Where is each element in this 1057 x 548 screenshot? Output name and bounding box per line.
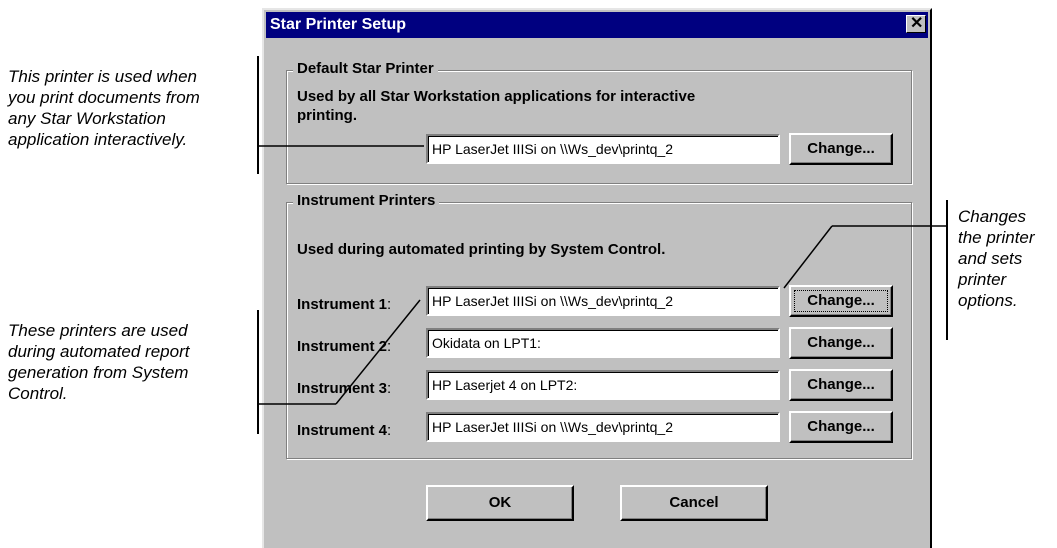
dialog-title: Star Printer Setup [270, 16, 407, 33]
callout-bar-instruments [257, 310, 259, 434]
default-printer-description: Used by all Star Workstation application… [297, 88, 696, 124]
close-button[interactable]: ✕ [906, 15, 926, 33]
instrument-1-label: Instrument 1: [297, 296, 392, 313]
instrument-4-label: Instrument 4: [297, 422, 392, 439]
default-printer-field[interactable]: HP LaserJet IIISi on \\Ws_dev\printq_2 [426, 134, 780, 164]
instrument-1-printer-field[interactable]: HP LaserJet IIISi on \\Ws_dev\printq_2 [426, 286, 780, 316]
cancel-button[interactable]: Cancel [620, 485, 768, 521]
instrument-3-label: Instrument 3: [297, 380, 392, 397]
close-icon: ✕ [910, 15, 924, 32]
default-change-button[interactable]: Change... [789, 133, 893, 165]
ok-button[interactable]: OK [426, 485, 574, 521]
instrument-4-printer-field[interactable]: HP LaserJet IIISi on \\Ws_dev\printq_2 [426, 412, 780, 442]
dialog-titlebar: Star Printer Setup ✕ [266, 12, 928, 38]
instrument-2-change-button[interactable]: Change... [789, 327, 893, 359]
default-printer-group: Default Star Printer Used by all Star Wo… [286, 60, 912, 184]
instrument-3-printer-field[interactable]: HP Laserjet 4 on LPT2: [426, 370, 780, 400]
instrument-printers-group-label: Instrument Printers [293, 192, 440, 209]
callout-instrument-printers: These printers are used during automated… [8, 321, 190, 403]
instrument-printers-description: Used during automated printing by System… [297, 241, 666, 258]
callout-default-printer: This printer is used when you print docu… [8, 67, 200, 149]
callout-change-button: Changes the printer and sets printer opt… [958, 207, 1035, 310]
instrument-1-change-button[interactable]: Change... [789, 285, 893, 317]
instrument-3-change-button[interactable]: Change... [789, 369, 893, 401]
instrument-4-change-button[interactable]: Change... [789, 411, 893, 443]
instrument-2-printer-field[interactable]: Okidata on LPT1: [426, 328, 780, 358]
printer-setup-dialog: Star Printer Setup ✕ Default Star Printe… [262, 8, 932, 548]
instrument-printers-group: Instrument Printers Used during automate… [286, 192, 912, 459]
callout-bar-change [946, 200, 948, 340]
default-printer-group-label: Default Star Printer [293, 60, 438, 77]
callout-bar-default [257, 56, 259, 174]
instrument-2-label: Instrument 2: [297, 338, 392, 355]
